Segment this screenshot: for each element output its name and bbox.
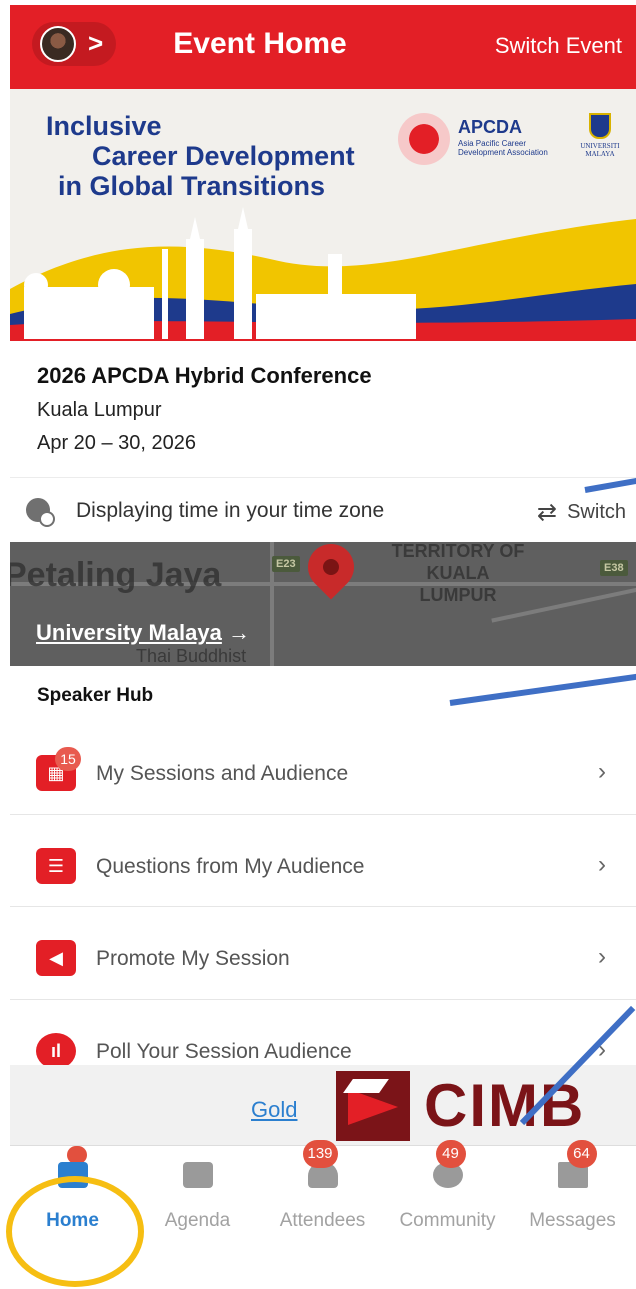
timezone-row: Displaying time in your time zone ⇄ Switc…	[10, 477, 636, 541]
hub-badge: 15	[55, 747, 81, 771]
annotation-highlight-circle	[6, 1176, 144, 1287]
tab-badge: 49	[435, 1140, 466, 1168]
event-name: 2026 APCDA Hybrid Conference	[37, 363, 372, 388]
map-pin-icon	[298, 542, 364, 600]
event-banner: Inclusive Career Development in Global T…	[10, 89, 636, 341]
map-label-petaling-jaya: Petaling Jaya	[10, 556, 222, 594]
tab-badge: 64	[566, 1140, 597, 1168]
tab-community[interactable]: 49 Community	[385, 1140, 510, 1235]
sponsor-tier-link[interactable]: Gold	[251, 1097, 297, 1123]
top-bar: > Event Home Switch Event	[10, 5, 636, 89]
tab-agenda[interactable]: Agenda	[135, 1146, 260, 1235]
swap-arrows-icon: ⇄	[536, 499, 558, 526]
chevron-right-icon: ›	[598, 850, 606, 878]
question-list-icon: ☰	[36, 847, 76, 884]
timezone-text: Displaying time in your time zone	[76, 499, 385, 522]
tab-label: Agenda	[164, 1210, 231, 1231]
event-info: 2026 APCDA Hybrid Conference Kuala Lumpu…	[10, 341, 636, 476]
map-label-thai-buddhist: Thai Buddhist	[136, 646, 247, 666]
tab-label: Community	[399, 1210, 496, 1231]
calendar-grid-icon	[182, 1162, 213, 1188]
tab-messages[interactable]: 64 Messages	[510, 1140, 635, 1235]
map-label-kuala-lumpur: TERRITORY OF KUALA LUMPUR	[391, 542, 525, 605]
timezone-switch-label: Switch	[567, 501, 626, 523]
event-dates: Apr 20 – 30, 2026	[37, 432, 197, 454]
hub-item-label: Promote My Session	[96, 947, 290, 970]
poll-icon: ıl	[36, 1032, 76, 1069]
tab-label: Attendees	[279, 1210, 366, 1231]
timezone-switch-button[interactable]: ⇄ Switch	[537, 498, 626, 527]
venue-name: University Malaya	[36, 620, 222, 645]
tab-badge: 139	[302, 1140, 338, 1168]
hub-item-promote[interactable]: ◀ Promote My Session ›	[10, 907, 636, 1000]
cimb-logo-icon	[336, 1071, 410, 1141]
road-shield-e38: E38	[600, 560, 628, 576]
globe-clock-icon	[26, 498, 55, 527]
hub-item-label: My Sessions and Audience	[96, 762, 349, 785]
hub-item-questions[interactable]: ☰ Questions from My Audience ›	[10, 815, 636, 907]
venue-map-link[interactable]: University Malaya →	[36, 620, 250, 646]
arrow-right-icon: →	[228, 620, 250, 645]
page-title: Event Home	[173, 27, 347, 60]
event-city: Kuala Lumpur	[37, 399, 162, 421]
banner-skyline-illustration	[10, 207, 636, 341]
app-screen: > Event Home Switch Event Inclusive Care…	[10, 5, 636, 1235]
hub-item-my-sessions[interactable]: ▦ 15 My Sessions and Audience ›	[10, 722, 636, 815]
tab-attendees[interactable]: 139 Attendees	[260, 1140, 385, 1235]
tab-label: Messages	[529, 1210, 616, 1231]
switch-event-button[interactable]: Switch Event	[495, 33, 622, 59]
megaphone-icon: ◀	[36, 940, 76, 976]
chevron-right-icon: ›	[598, 943, 606, 970]
speaker-hub-title: Speaker Hub	[37, 685, 154, 706]
hub-item-label: Questions from My Audience	[96, 854, 365, 878]
chevron-right-icon: ›	[598, 758, 606, 785]
speaker-hub-list: ▦ 15 My Sessions and Audience › ☰ Questi…	[10, 722, 636, 1092]
road-shield-e23: E23	[272, 556, 300, 572]
hub-item-label: Poll Your Session Audience	[96, 1039, 352, 1063]
venue-map[interactable]: Petaling Jaya TERRITORY OF KUALA LUMPUR …	[10, 542, 636, 666]
